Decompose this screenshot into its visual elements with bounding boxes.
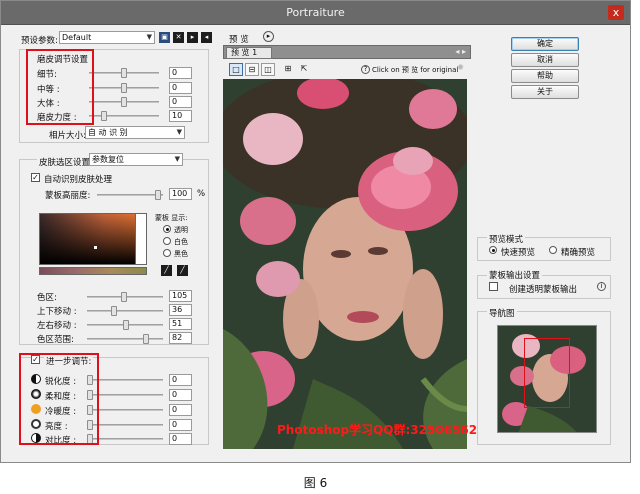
mask-select-value: 参数复位 — [92, 155, 124, 164]
preset-select[interactable]: Default ▼ — [59, 31, 155, 44]
skin-color-picker[interactable] — [39, 213, 147, 265]
transparent-mask-label: 创建透明蒙板输出 — [509, 285, 578, 295]
chevron-down-icon: ▼ — [174, 155, 180, 163]
title-bar: Portraiture x — [1, 1, 630, 25]
split-horizontal-icon[interactable]: ⊟ — [245, 63, 259, 76]
warmth-input[interactable]: 0 — [169, 404, 192, 416]
ok-button[interactable]: 确定 — [511, 37, 579, 51]
color-picker-marker[interactable] — [94, 246, 97, 249]
load-preset-icon[interactable]: ▸ — [187, 32, 198, 43]
auto-mask-checkbox[interactable]: ✓ — [31, 173, 40, 182]
mask-transparent-radio[interactable] — [163, 225, 171, 233]
cancel-button[interactable]: 取消 — [511, 53, 579, 67]
range-label: 色区范围: — [37, 335, 74, 345]
preview-group-label: 预 览 — [229, 35, 249, 45]
delete-preset-icon[interactable]: ✕ — [173, 32, 184, 43]
hue-slider[interactable] — [87, 292, 163, 302]
single-view-icon[interactable]: □ — [229, 63, 243, 76]
export-preset-icon[interactable]: ◂ — [201, 32, 212, 43]
highlight-box-enhance — [19, 353, 99, 445]
tab-preview-1[interactable]: 预 览 1 — [226, 47, 272, 59]
new-tab-icon[interactable]: ⊞ — [281, 63, 295, 76]
preset-label: 预设参数: — [21, 36, 58, 46]
large-slider[interactable] — [89, 97, 159, 107]
preview-tab-strip: 预 览 1 ◂ ▸ — [223, 45, 471, 59]
auto-mask-label: 自动识别皮肤处理 — [44, 175, 113, 185]
chevron-down-icon: ▼ — [176, 128, 182, 136]
feather-input[interactable]: 100 — [169, 188, 192, 200]
threshold-slider[interactable] — [89, 111, 159, 121]
range-slider[interactable] — [87, 334, 163, 344]
portrait-size-value: 自 动 识 别 — [88, 128, 128, 137]
window-title: Portraiture — [286, 6, 345, 19]
large-input[interactable]: 0 — [169, 96, 192, 108]
mask-white-label: 白色 — [174, 238, 188, 246]
threshold-input[interactable]: 10 — [169, 110, 192, 122]
vertical-shift-input[interactable]: 36 — [169, 304, 192, 316]
portrait-size-select[interactable]: 自 动 识 别 ▼ — [85, 126, 185, 139]
navigator-thumbnail[interactable] — [497, 325, 597, 433]
about-button[interactable]: 关于 — [511, 85, 579, 99]
preview-toggle-icon[interactable]: ▸ — [263, 31, 274, 42]
output-title: 蒙板输出设置 — [487, 269, 543, 281]
navigator-title: 导航图 — [487, 307, 517, 319]
portrait-image — [223, 79, 467, 449]
feather-label: 蒙板高丽度: — [45, 191, 91, 201]
feather-unit: % — [197, 189, 206, 199]
vertical-shift-slider[interactable] — [87, 306, 163, 316]
portraiture-dialog: Portraiture x 预设参数: Default ▼ ▣ ✕ ▸ ◂ 磨皮… — [0, 0, 631, 463]
portrait-size-label: 相片大小: — [49, 131, 86, 141]
accurate-preview-label: 精确预览 — [561, 248, 596, 258]
watermark-text: Photoshop学习QQ群:325065620 — [277, 423, 486, 437]
zoom-icon[interactable]: ⇱ — [297, 63, 311, 76]
mask-black-radio[interactable] — [163, 249, 171, 257]
sharpness-input[interactable]: 0 — [169, 374, 192, 386]
vertical-shift-label: 上下移动 : — [37, 307, 77, 317]
help-icon[interactable]: ? — [361, 65, 370, 74]
sun-icon: ✹ — [457, 63, 465, 73]
color-picker-preview — [135, 213, 147, 265]
medium-slider[interactable] — [89, 83, 159, 93]
detail-input[interactable]: 0 — [169, 67, 192, 79]
highlight-box-smoothing — [26, 49, 94, 125]
eyedropper-add-icon[interactable]: ╱ — [161, 265, 172, 276]
split-vertical-icon[interactable]: ◫ — [261, 63, 275, 76]
preview-hint: Click on 预 览 for original — [372, 66, 459, 74]
figure-caption: 图 6 — [303, 476, 328, 490]
detail-slider[interactable] — [89, 68, 159, 78]
accurate-preview-radio[interactable] — [549, 246, 557, 254]
mask-white-radio[interactable] — [163, 237, 171, 245]
mask-select[interactable]: 参数复位 ▼ — [89, 153, 183, 166]
hue-label: 色区: — [37, 293, 57, 303]
contrast-input[interactable]: 0 — [169, 433, 192, 445]
chevron-down-icon: ▼ — [146, 33, 152, 41]
horizontal-shift-input[interactable]: 51 — [169, 318, 192, 330]
tab-scroll-icon[interactable]: ◂ ▸ — [455, 47, 466, 56]
hue-input[interactable]: 105 — [169, 290, 192, 302]
save-preset-icon[interactable]: ▣ — [159, 32, 170, 43]
fast-preview-label: 快速预览 — [501, 248, 536, 258]
close-button[interactable]: x — [608, 5, 624, 20]
hue-strip[interactable] — [39, 267, 147, 275]
help-button[interactable]: 帮助 — [511, 69, 579, 83]
horizontal-shift-slider[interactable] — [87, 320, 163, 330]
softness-input[interactable]: 0 — [169, 389, 192, 401]
navigator-viewport[interactable] — [524, 338, 570, 408]
eyedropper-remove-icon[interactable]: ╱ — [177, 265, 188, 276]
mask-black-label: 黑色 — [174, 250, 188, 258]
brightness-input[interactable]: 0 — [169, 419, 192, 431]
horizontal-shift-label: 左右移动 : — [37, 321, 77, 331]
info-icon[interactable]: i — [597, 282, 606, 291]
feather-slider[interactable] — [97, 190, 163, 200]
preview-image[interactable] — [223, 79, 467, 449]
range-input[interactable]: 82 — [169, 332, 192, 344]
fast-preview-radio[interactable] — [489, 246, 497, 254]
transparent-mask-checkbox[interactable] — [489, 282, 498, 291]
preset-value: Default — [62, 33, 92, 42]
medium-input[interactable]: 0 — [169, 82, 192, 94]
mask-preview-label: 蒙板 显示: — [155, 214, 188, 222]
mask-transparent-label: 透明 — [174, 226, 188, 234]
preview-mode-title: 预览模式 — [487, 233, 526, 245]
